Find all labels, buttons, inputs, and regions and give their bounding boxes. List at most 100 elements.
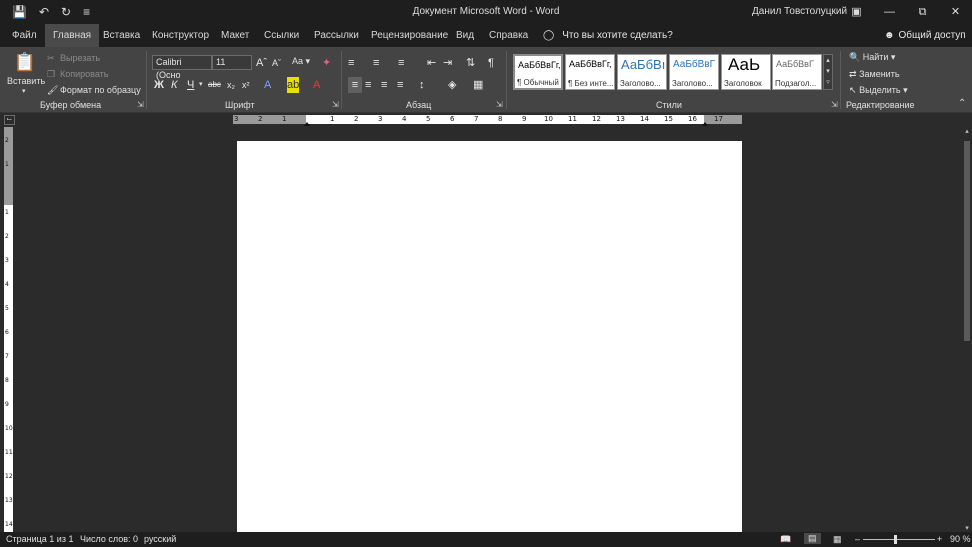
read-mode-icon[interactable]: 📖 [780, 534, 791, 545]
zoom-slider[interactable] [863, 539, 935, 540]
numbering-icon[interactable]: ≡ [373, 55, 379, 71]
clipboard-launcher-icon[interactable]: ⇲ [137, 100, 144, 109]
close-icon[interactable]: ✕ [939, 0, 972, 24]
tab-layout[interactable]: Макет [221, 24, 249, 47]
ruler-tick: 17 [714, 115, 723, 123]
style-normal[interactable]: АаБбВвГг, ¶ Обычный [513, 54, 563, 90]
styles-gallery-scroll[interactable]: ▴ ▾ ▿ [823, 54, 833, 90]
change-case-label: Aa [292, 56, 304, 66]
bullets-icon[interactable]: ≡ [348, 55, 354, 71]
show-formatting-icon[interactable]: ¶ [488, 55, 494, 71]
style-heading-1[interactable]: АаБбВı Заголово... [617, 54, 667, 90]
style-heading-2[interactable]: АаБбВвГ Заголово... [669, 54, 719, 90]
replace-button[interactable]: ⇄ Заменить [849, 69, 900, 80]
align-left-icon[interactable]: ≡ [348, 77, 362, 93]
font-launcher-icon[interactable]: ⇲ [332, 100, 339, 109]
paragraph-launcher-icon[interactable]: ⇲ [496, 100, 503, 109]
cut-button[interactable]: Вырезать [60, 53, 100, 63]
ruler-tick: 14 [640, 115, 649, 123]
align-right-icon[interactable]: ≡ [381, 77, 387, 93]
tab-help[interactable]: Справка [489, 24, 528, 47]
increase-indent-icon[interactable]: ⇥ [443, 55, 452, 71]
vruler-tick: 2 [5, 137, 9, 144]
tab-review[interactable]: Рецензирование [371, 24, 448, 47]
strikethrough-icon[interactable]: abc [208, 77, 221, 93]
italic-icon[interactable]: К [171, 77, 177, 93]
grow-font-icon[interactable]: Aˆ [256, 55, 267, 71]
underline-dropdown-icon[interactable]: ▾ [199, 77, 203, 93]
scrollbar-thumb[interactable] [964, 141, 970, 341]
restore-icon[interactable]: ⧉ [906, 0, 939, 24]
style-no-spacing[interactable]: АаБбВвГг, ¶ Без инте... [565, 54, 615, 90]
sort-icon[interactable]: ⇅ [466, 55, 475, 71]
document-page[interactable] [237, 141, 742, 532]
zoom-level[interactable]: 90 % [950, 534, 971, 544]
tab-file[interactable]: Файл [12, 24, 37, 47]
scroll-up-icon[interactable]: ▴ [962, 127, 972, 135]
find-button[interactable]: 🔍 Найти ▾ [849, 52, 895, 63]
zoom-out-icon[interactable]: – [855, 534, 860, 544]
collapse-ribbon-icon[interactable]: ⌃ [958, 98, 966, 109]
style-subtitle[interactable]: АаБбВвГ Подзагол... [772, 54, 822, 90]
highlight-icon[interactable]: ab [287, 77, 299, 93]
paste-button[interactable]: Вставить [7, 76, 45, 86]
font-color-icon[interactable]: A [313, 77, 320, 93]
web-layout-icon[interactable]: ▦ [833, 534, 842, 545]
copy-button[interactable]: Копировать [60, 69, 108, 79]
superscript-icon[interactable]: x² [242, 77, 250, 93]
user-name[interactable]: Данил Товстолуцкий [752, 6, 847, 17]
tab-mailings[interactable]: Рассылки [314, 24, 359, 47]
align-center-icon[interactable]: ≡ [365, 77, 371, 93]
tab-design[interactable]: Конструктор [152, 24, 209, 47]
zoom-in-icon[interactable]: + [937, 534, 942, 544]
ruler-tick: 7 [474, 115, 479, 123]
vruler-tick: 2 [5, 233, 9, 240]
select-button[interactable]: ↖ Выделить ▾ [849, 85, 908, 96]
font-name-dropdown[interactable]: Calibri (Осно [152, 55, 212, 80]
font-size-dropdown[interactable]: 11 [212, 55, 252, 70]
word-count[interactable]: Число слов: 0 [80, 534, 138, 544]
decrease-indent-icon[interactable]: ⇤ [427, 55, 436, 71]
ruler-tick: 5 [426, 115, 431, 123]
print-layout-icon[interactable]: ▤ [804, 533, 821, 544]
page-count[interactable]: Страница 1 из 1 [6, 534, 73, 544]
language[interactable]: русский [144, 534, 176, 544]
share-button[interactable]: ☻ Общий доступ [884, 24, 966, 47]
shading-icon[interactable]: ◈ [448, 77, 456, 93]
tab-insert[interactable]: Вставка [103, 24, 140, 47]
multilevel-list-icon[interactable]: ≡ [398, 55, 404, 71]
underline-icon[interactable]: Ч [187, 77, 194, 93]
style-title[interactable]: АаЬ Заголовок [721, 54, 771, 90]
tab-references[interactable]: Ссылки [264, 24, 299, 47]
paste-dropdown-icon[interactable]: ▾ [22, 87, 26, 95]
format-painter-button[interactable]: Формат по образцу [60, 85, 141, 95]
horizontal-ruler[interactable]: 3 2 1 1 2 3 4 5 6 7 8 9 10 11 12 13 14 1… [233, 115, 742, 126]
vertical-scrollbar[interactable]: ▴ ▾ [962, 127, 972, 532]
clear-formatting-icon[interactable]: ✦ [322, 55, 331, 71]
right-indent-marker[interactable] [702, 122, 708, 126]
tab-view[interactable]: Вид [456, 24, 474, 47]
styles-launcher-icon[interactable]: ⇲ [831, 100, 838, 109]
clipboard-icon[interactable]: 📋 [12, 51, 38, 73]
vruler-tick: 5 [5, 305, 9, 312]
zoom-slider-thumb[interactable] [894, 535, 897, 544]
indent-marker[interactable] [304, 122, 310, 126]
scroll-down-icon[interactable]: ▾ [962, 524, 972, 532]
tab-selector-icon[interactable]: ⌙ [4, 115, 15, 125]
line-spacing-icon[interactable]: ↕ [419, 77, 425, 93]
shrink-font-icon[interactable]: Aˇ [272, 55, 281, 71]
justify-icon[interactable]: ≡ [397, 77, 403, 93]
borders-icon[interactable]: ▦ [473, 77, 483, 93]
bold-icon[interactable]: Ж [154, 77, 164, 93]
change-case-button[interactable]: Aa ▾ [292, 56, 310, 67]
style-name: ¶ Без инте... [568, 79, 614, 88]
style-name: Заголовок [724, 79, 762, 88]
subscript-icon[interactable]: x₂ [227, 77, 235, 93]
vertical-ruler[interactable]: 2 1 1 2 3 4 5 6 7 8 9 10 11 12 13 14 [4, 127, 13, 532]
text-effects-icon[interactable]: A [264, 77, 271, 93]
tab-home[interactable]: Главная [45, 24, 100, 47]
tell-me-box[interactable]: ◯ Что вы хотите сделать? [543, 24, 673, 47]
minimize-icon[interactable]: — [873, 0, 906, 24]
vruler-tick: 6 [5, 329, 9, 336]
ribbon-display-options-icon[interactable]: ▣ [840, 0, 873, 24]
